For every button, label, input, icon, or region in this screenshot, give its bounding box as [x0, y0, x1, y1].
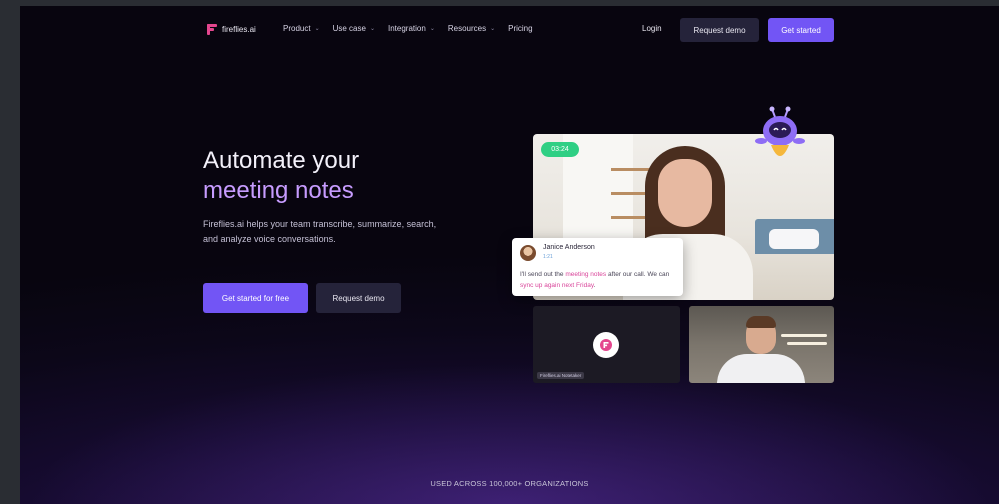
request-demo-button[interactable]: Request demo	[680, 18, 759, 42]
chevron-down-icon: ⌄	[314, 26, 320, 32]
fireflies-notetaker-avatar	[593, 332, 619, 358]
hero-description: Fireflies.ai helps your team transcribe,…	[203, 219, 437, 244]
avatar	[520, 245, 536, 261]
browser-viewport: fireflies.ai Product ⌄ Use case ⌄ Integr…	[20, 6, 999, 504]
notetaker-video-tile: Fireflies.ai Notetaker	[533, 306, 680, 383]
login-link[interactable]: Login	[642, 24, 662, 33]
chevron-down-icon: ⌄	[369, 26, 375, 32]
chat-timestamp: 1:21	[543, 254, 553, 260]
menu-item-product[interactable]: Product ⌄	[283, 24, 320, 33]
fireflies-logo-icon	[600, 339, 612, 351]
get-started-button[interactable]: Get started	[768, 18, 834, 42]
logo-text: fireflies.ai	[222, 25, 256, 34]
get-started-free-button[interactable]: Get started for free	[203, 283, 308, 313]
menu-item-label: Use case	[332, 24, 366, 33]
chevron-down-icon: ⌄	[429, 26, 435, 32]
chat-sender-name: Janice Anderson	[543, 244, 595, 251]
fireflies-logo-icon	[207, 24, 217, 35]
call-timer: 03:24	[541, 142, 579, 157]
menu-item-resources[interactable]: Resources ⌄	[448, 24, 495, 33]
menu-item-use-case[interactable]: Use case ⌄	[333, 24, 375, 33]
robot-mascot-icon	[755, 106, 805, 156]
menu-item-label: Pricing	[508, 24, 533, 33]
chat-message-card: Janice Anderson 1:21 I'll send out the m…	[512, 238, 683, 296]
social-proof-text: USED ACROSS 100,000+ ORGANIZATIONS	[430, 479, 589, 488]
menu-item-label: Product	[283, 24, 311, 33]
hero-request-demo-button[interactable]: Request demo	[316, 283, 401, 313]
chat-message-text: I'll send out the meeting notes after ou…	[520, 271, 670, 289]
participant-man-tile	[689, 306, 834, 383]
highlight-meeting-notes: meeting notes	[565, 271, 607, 278]
menu-item-label: Integration	[388, 24, 426, 33]
menu-item-integration[interactable]: Integration ⌄	[388, 24, 435, 33]
hero-title-line2: meeting notes	[203, 177, 354, 204]
highlight-sync-up: sync up again next Friday	[520, 282, 594, 289]
main-menu: Product ⌄ Use case ⌄ Integration ⌄ Resou…	[283, 24, 533, 33]
logo[interactable]: fireflies.ai	[207, 24, 256, 35]
top-nav: fireflies.ai Product ⌄ Use case ⌄ Integr…	[20, 18, 999, 42]
chevron-down-icon: ⌄	[490, 26, 496, 32]
menu-item-pricing[interactable]: Pricing	[508, 24, 532, 33]
notetaker-label: Fireflies.ai Notetaker	[537, 372, 585, 379]
hero-title-line1: Automate your	[203, 147, 360, 174]
hero-title: Automate your meeting notes	[203, 146, 359, 206]
menu-item-label: Resources	[447, 24, 487, 33]
